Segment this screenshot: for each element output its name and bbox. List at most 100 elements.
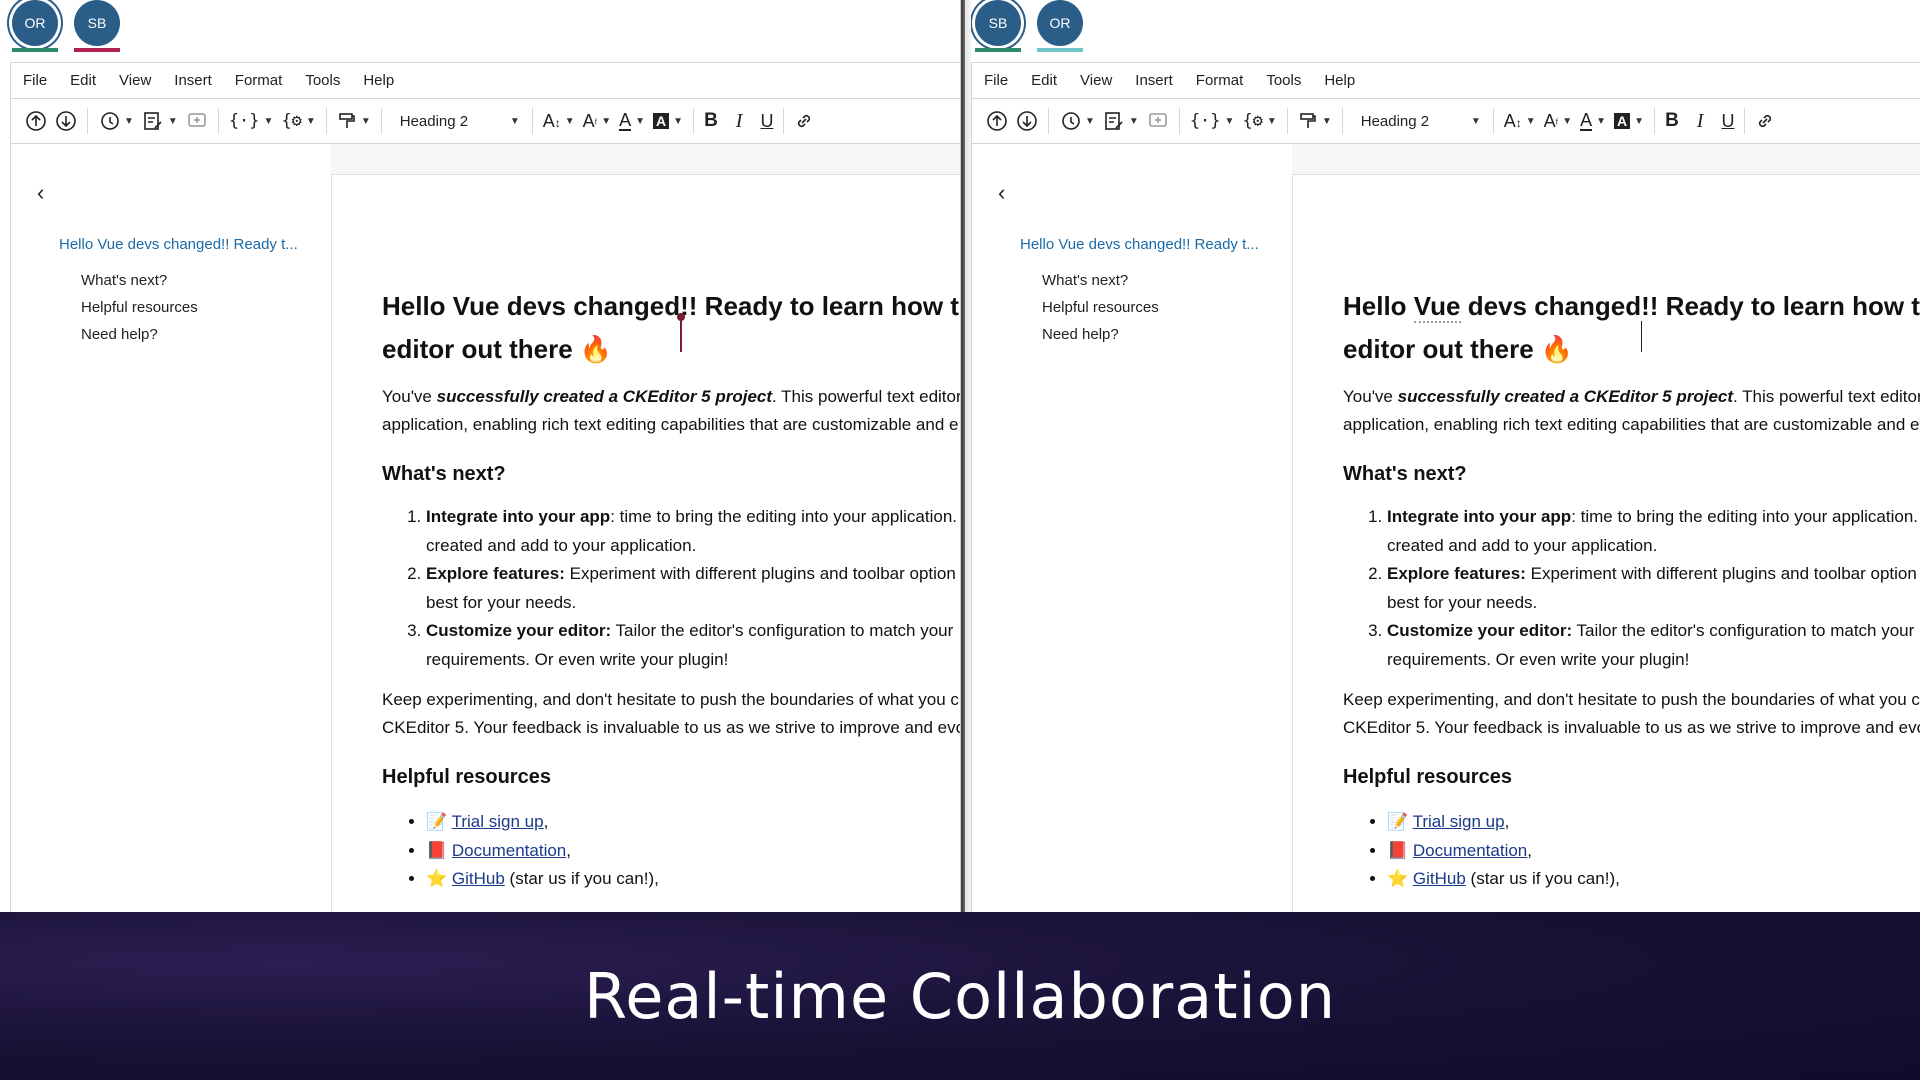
font-background-icon[interactable]: A ▼ — [1610, 104, 1648, 138]
next-steps-list: Integrate into your app: time to bring t… — [1343, 503, 1920, 674]
track-changes-icon[interactable]: ▼ — [138, 104, 182, 138]
upload-icon[interactable] — [982, 104, 1012, 138]
chevron-down-icon: ▼ — [564, 115, 575, 127]
list-item: 📕 Documentation, — [426, 837, 961, 866]
book-icon: 📕 — [426, 840, 448, 860]
heading-select[interactable]: Heading 2 ▼ — [388, 104, 526, 138]
stage: OR SB File Edit View Insert Format Tools… — [0, 0, 1920, 1080]
font-size-icon[interactable]: A↕ ▼ — [539, 104, 579, 138]
menu-bar: File Edit View Insert Format Tools Help — [971, 62, 1920, 98]
list-item: Customize your editor: Tailor the editor… — [1387, 617, 1920, 674]
list-item: ⭐️ GitHub (star us if you can!), — [426, 865, 961, 894]
presence-avatars: OR SB — [12, 0, 120, 58]
menu-edit[interactable]: Edit — [1031, 72, 1057, 89]
menu-insert[interactable]: Insert — [174, 72, 212, 89]
menu-insert[interactable]: Insert — [1135, 72, 1173, 89]
outline-item-helpful-resources[interactable]: Helpful resources — [1042, 299, 1159, 316]
link-icon[interactable] — [790, 104, 818, 138]
bold-icon[interactable]: B — [700, 104, 722, 138]
avatar-or[interactable]: OR — [12, 0, 58, 52]
italic-icon[interactable]: I — [1693, 104, 1708, 138]
menu-view[interactable]: View — [119, 72, 151, 89]
menu-view[interactable]: View — [1080, 72, 1112, 89]
merge-fields-icon[interactable]: {·} ▼ — [1186, 104, 1239, 138]
template-icon[interactable]: {⚙ ▼ — [277, 104, 319, 138]
left-editor-pane: OR SB File Edit View Insert Format Tools… — [0, 0, 961, 912]
track-changes-icon[interactable]: ▼ — [1099, 104, 1143, 138]
banner-caption: Real-time Collaboration — [583, 959, 1336, 1033]
menu-format[interactable]: Format — [235, 72, 283, 89]
avatar-or[interactable]: OR — [1037, 0, 1083, 52]
chevron-down-icon: ▼ — [1085, 115, 1095, 127]
documentation-link[interactable]: Documentation — [1413, 841, 1527, 860]
next-steps-list: Integrate into your app: time to bring t… — [382, 503, 961, 674]
menu-tools[interactable]: Tools — [305, 72, 340, 89]
chevron-down-icon: ▼ — [1128, 115, 1139, 127]
list-item: Integrate into your app: time to bring t… — [1387, 503, 1920, 560]
document-page[interactable]: Hello Vue devs changed!! Ready to learn … — [331, 174, 961, 912]
menu-tools[interactable]: Tools — [1266, 72, 1301, 89]
list-item: Customize your editor: Tailor the editor… — [426, 617, 961, 674]
font-family-icon[interactable]: Aᶠ ▼ — [1540, 104, 1576, 138]
menu-help[interactable]: Help — [1324, 72, 1355, 89]
comment-icon[interactable] — [182, 104, 212, 138]
menu-file[interactable]: File — [984, 72, 1008, 89]
merge-fields-icon[interactable]: {·} ▼ — [225, 104, 278, 138]
template-icon[interactable]: {⚙ ▼ — [1238, 104, 1280, 138]
format-painter-icon[interactable]: ▼ — [1294, 104, 1336, 138]
menu-file[interactable]: File — [23, 72, 47, 89]
menu-bar: File Edit View Insert Format Tools Help — [10, 62, 961, 98]
toolbar-separator — [1341, 108, 1343, 134]
comment-icon[interactable] — [1143, 104, 1173, 138]
font-size-icon[interactable]: A↕ ▼ — [1500, 104, 1540, 138]
list-item: Explore features: Experiment with differ… — [426, 560, 961, 617]
history-icon[interactable]: ▼ — [1055, 104, 1099, 138]
document-content[interactable]: Hello Vue devs changed!! Ready to learn … — [1343, 285, 1920, 894]
collapse-outline-icon[interactable]: ‹ — [998, 180, 1005, 206]
format-painter-icon[interactable]: ▼ — [333, 104, 375, 138]
chevron-down-icon: ▼ — [1634, 115, 1645, 127]
document-page[interactable]: Hello Vue devs changed!! Ready to learn … — [1292, 174, 1920, 912]
download-icon[interactable] — [51, 104, 81, 138]
outline-item-whats-next[interactable]: What's next? — [81, 272, 167, 289]
font-color-icon[interactable]: A ▼ — [615, 104, 649, 138]
toolbar-separator — [783, 108, 785, 134]
font-color-icon[interactable]: A ▼ — [1576, 104, 1610, 138]
heading-helpful-resources: Helpful resources — [1343, 766, 1512, 788]
github-link[interactable]: GitHub — [452, 869, 505, 888]
trial-signup-link[interactable]: Trial sign up — [1413, 812, 1505, 831]
font-family-icon[interactable]: Aᶠ ▼ — [579, 104, 615, 138]
link-icon[interactable] — [1751, 104, 1779, 138]
chevron-down-icon: ▼ — [263, 115, 274, 127]
outline-item-whats-next[interactable]: What's next? — [1042, 272, 1128, 289]
menu-help[interactable]: Help — [363, 72, 394, 89]
italic-icon[interactable]: I — [732, 104, 747, 138]
bold-icon[interactable]: B — [1661, 104, 1683, 138]
menu-edit[interactable]: Edit — [70, 72, 96, 89]
history-icon[interactable]: ▼ — [94, 104, 138, 138]
avatar-sb[interactable]: SB — [74, 0, 120, 52]
trial-signup-link[interactable]: Trial sign up — [452, 812, 544, 831]
editor-content-area: ‹ Hello Vue devs changed!! Ready t... Wh… — [971, 144, 1920, 912]
outline-item-title[interactable]: Hello Vue devs changed!! Ready t... — [59, 236, 298, 253]
document-content[interactable]: Hello Vue devs changed!! Ready to learn … — [382, 285, 961, 894]
avatar-sb[interactable]: SB — [975, 0, 1021, 52]
upload-icon[interactable] — [21, 104, 51, 138]
documentation-link[interactable]: Documentation — [452, 841, 566, 860]
user-color-bar — [12, 48, 58, 52]
outline-item-title[interactable]: Hello Vue devs changed!! Ready t... — [1020, 236, 1259, 253]
chevron-down-icon: ▼ — [635, 115, 646, 127]
collapse-outline-icon[interactable]: ‹ — [37, 180, 44, 206]
github-link[interactable]: GitHub — [1413, 869, 1466, 888]
outline-item-helpful-resources[interactable]: Helpful resources — [81, 299, 198, 316]
menu-format[interactable]: Format — [1196, 72, 1244, 89]
underline-icon[interactable]: U — [756, 104, 777, 138]
underline-icon[interactable]: U — [1717, 104, 1738, 138]
download-icon[interactable] — [1012, 104, 1042, 138]
heading-select[interactable]: Heading 2 ▼ — [1349, 104, 1487, 138]
outline-item-need-help[interactable]: Need help? — [81, 326, 158, 343]
outline-item-need-help[interactable]: Need help? — [1042, 326, 1119, 343]
chevron-down-icon: ▼ — [1266, 115, 1277, 127]
list-item: ⭐️ GitHub (star us if you can!), — [1387, 865, 1920, 894]
font-background-icon[interactable]: A ▼ — [649, 104, 687, 138]
